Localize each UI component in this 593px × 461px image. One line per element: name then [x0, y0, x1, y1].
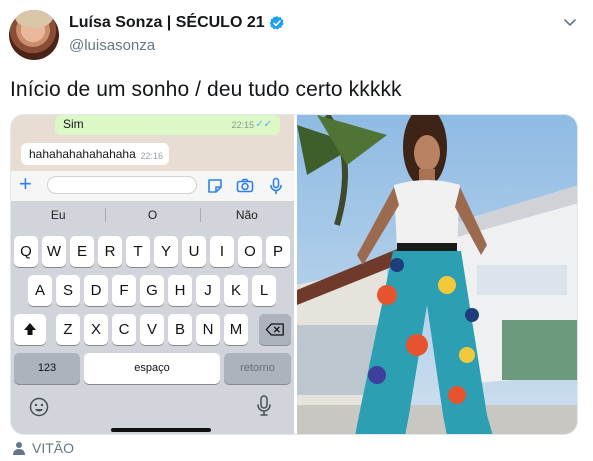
shift-key[interactable] — [14, 314, 46, 345]
key-z[interactable]: Z — [56, 314, 80, 345]
key-q[interactable]: Q — [14, 236, 38, 267]
home-indicator — [111, 428, 211, 432]
key-t[interactable]: T — [126, 236, 150, 267]
key-n[interactable]: N — [196, 314, 220, 345]
read-ticks-icon: ✓✓ — [255, 119, 272, 130]
shift-icon — [24, 323, 36, 335]
chat-input-bar: + — [11, 171, 294, 202]
key-d[interactable]: D — [84, 275, 108, 306]
verified-badge-icon — [269, 16, 284, 30]
key-w[interactable]: W — [42, 236, 66, 267]
key-k[interactable]: K — [224, 275, 248, 306]
space-key[interactable]: espaço — [84, 353, 220, 384]
key-r[interactable]: R — [98, 236, 122, 267]
microphone-icon[interactable] — [267, 177, 285, 195]
key-j[interactable]: J — [196, 275, 220, 306]
dictation-microphone-icon[interactable] — [256, 395, 272, 417]
fashion-photo[interactable] — [297, 115, 577, 434]
backspace-key[interactable] — [259, 314, 291, 345]
outgoing-message-bubble: Sim 22:15 ✓✓ — [55, 115, 280, 135]
author-name[interactable]: Luísa Sonza | SÉCULO 21 — [69, 14, 265, 32]
tweet-text: Início de um sonho / deu tudo certo kkkk… — [10, 78, 402, 101]
outgoing-message-text: Sim — [63, 117, 84, 131]
key-h[interactable]: H — [168, 275, 192, 306]
key-c[interactable]: C — [112, 314, 136, 345]
tagged-user[interactable]: VITÃO — [12, 440, 74, 456]
chevron-down-icon[interactable] — [562, 14, 578, 30]
key-p[interactable]: P — [266, 236, 290, 267]
incoming-message-bubble: hahahahahahahaha 22:16 — [21, 143, 169, 165]
plus-icon[interactable]: + — [19, 173, 32, 195]
emoji-icon[interactable] — [29, 397, 49, 417]
author-handle[interactable]: @luisasonza — [69, 37, 155, 54]
sticker-icon[interactable] — [206, 177, 224, 195]
key-e[interactable]: E — [70, 236, 94, 267]
tagged-user-name[interactable]: VITÃO — [32, 440, 74, 456]
incoming-message-time: 22:16 — [140, 151, 163, 161]
photo-illustration — [297, 115, 577, 434]
incoming-message-text: hahahahahahahaha — [29, 147, 136, 161]
key-x[interactable]: X — [84, 314, 108, 345]
key-m[interactable]: M — [224, 314, 248, 345]
prediction-3[interactable]: Não — [199, 202, 294, 226]
tweet-media[interactable]: Sim 22:15 ✓✓ hahahahahahahaha 22:16 + Eu… — [10, 114, 578, 435]
key-a[interactable]: A — [28, 275, 52, 306]
predictive-bar: Eu O Não — [11, 202, 294, 226]
outgoing-message-time: 22:15 — [231, 120, 254, 130]
key-b[interactable]: B — [168, 314, 192, 345]
numbers-key[interactable]: 123 — [14, 353, 80, 384]
camera-icon[interactable] — [236, 177, 254, 195]
key-u[interactable]: U — [182, 236, 206, 267]
backspace-icon — [265, 323, 284, 336]
author-name-row[interactable]: Luísa Sonza | SÉCULO 21 — [69, 14, 285, 32]
prediction-2[interactable]: O — [105, 202, 199, 226]
ios-keyboard: Eu O Não Q W E R T Y U I O P A S D F G H… — [11, 202, 294, 434]
key-v[interactable]: V — [140, 314, 164, 345]
message-input[interactable] — [47, 176, 197, 194]
key-f[interactable]: F — [112, 275, 136, 306]
key-l[interactable]: L — [252, 275, 276, 306]
key-i[interactable]: I — [210, 236, 234, 267]
author-avatar[interactable] — [9, 10, 59, 60]
whatsapp-screenshot-image[interactable]: Sim 22:15 ✓✓ hahahahahahahaha 22:16 + Eu… — [11, 115, 294, 434]
key-o[interactable]: O — [238, 236, 262, 267]
person-icon — [13, 442, 25, 455]
key-g[interactable]: G — [140, 275, 164, 306]
prediction-1[interactable]: Eu — [11, 202, 105, 226]
key-y[interactable]: Y — [154, 236, 178, 267]
key-s[interactable]: S — [56, 275, 80, 306]
return-key[interactable]: retorno — [224, 353, 291, 384]
